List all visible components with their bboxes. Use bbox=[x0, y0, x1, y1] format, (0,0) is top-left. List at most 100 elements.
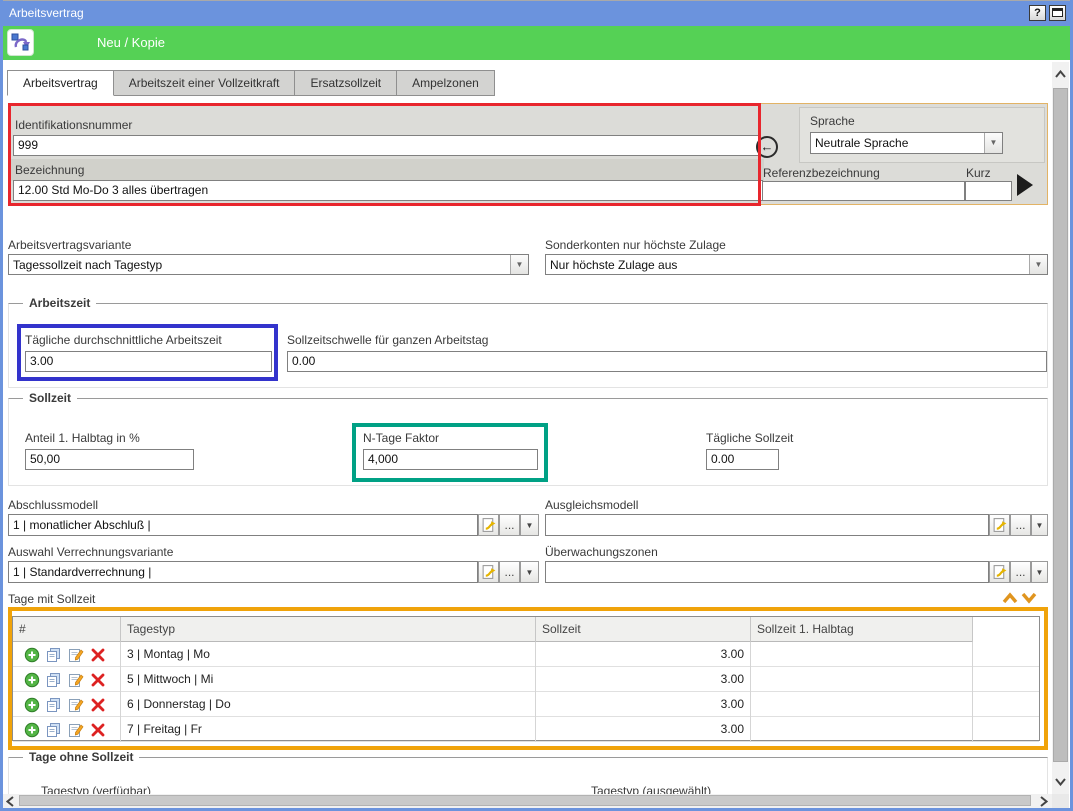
cell-sollzeit[interactable]: 3.00 bbox=[536, 667, 751, 692]
add-row-icon[interactable] bbox=[24, 722, 40, 738]
cell-halbtag[interactable] bbox=[751, 692, 973, 717]
arbeitsvertragsvariante-select[interactable]: Tagessollzeit nach Tagestyp ▼ bbox=[8, 254, 529, 275]
verrechnungsvariante-input[interactable]: 1 | Standardverrechnung | bbox=[8, 561, 478, 583]
chevron-down-icon[interactable]: ▼ bbox=[510, 255, 528, 274]
move-down-button[interactable] bbox=[1021, 592, 1037, 604]
cell-halbtag[interactable] bbox=[751, 642, 973, 667]
cell-sollzeit[interactable]: 3.00 bbox=[536, 717, 751, 742]
arbeitszeit-fieldset: Arbeitszeit Tägliche durchschnittliche A… bbox=[8, 303, 1048, 388]
cell-tagestyp[interactable]: 7 | Freitag | Fr bbox=[121, 717, 536, 742]
edit-row-icon[interactable] bbox=[68, 647, 84, 663]
move-up-button[interactable] bbox=[1002, 592, 1018, 604]
table-row: 7 | Freitag | Fr 3.00 bbox=[13, 717, 1039, 742]
chevron-down-icon[interactable]: ▼ bbox=[984, 133, 1002, 153]
copy-row-icon[interactable] bbox=[46, 672, 62, 688]
copy-record-icon[interactable] bbox=[7, 29, 34, 56]
copy-row-icon[interactable] bbox=[46, 647, 62, 663]
verrechnungsvariante-ellipsis-button[interactable]: ... bbox=[499, 561, 520, 583]
col-header-number: # bbox=[13, 617, 121, 642]
edit-row-icon[interactable] bbox=[68, 697, 84, 713]
copy-row-icon[interactable] bbox=[46, 697, 62, 713]
scroll-down-button[interactable] bbox=[1052, 770, 1069, 794]
ausgleichsmodell-edit-button[interactable] bbox=[989, 514, 1010, 536]
ausgleichsmodell-ellipsis-button[interactable]: ... bbox=[1010, 514, 1031, 536]
identifikationsnummer-label: Identifikationsnummer bbox=[15, 118, 132, 132]
chevron-down-icon bbox=[1055, 778, 1066, 786]
next-triangle-button[interactable] bbox=[1017, 174, 1033, 196]
delete-row-icon[interactable] bbox=[90, 647, 106, 663]
edit-row-icon[interactable] bbox=[68, 722, 84, 738]
ueberwachungszonen-edit-button[interactable] bbox=[989, 561, 1010, 583]
cell-tagestyp[interactable]: 5 | Mittwoch | Mi bbox=[121, 667, 536, 692]
ueberwachungszonen-input[interactable] bbox=[545, 561, 989, 583]
abschlussmodell-edit-button[interactable] bbox=[478, 514, 499, 536]
ausgleichsmodell-label: Ausgleichsmodell bbox=[545, 498, 638, 512]
threshold-input[interactable]: 0.00 bbox=[287, 351, 1047, 372]
abschlussmodell-dropdown-button[interactable]: ▼ bbox=[520, 514, 539, 536]
n-days-input[interactable]: 4,000 bbox=[363, 449, 538, 470]
table-row: 6 | Donnerstag | Do 3.00 bbox=[13, 692, 1039, 717]
cell-tagestyp[interactable]: 6 | Donnerstag | Do bbox=[121, 692, 536, 717]
cell-sollzeit[interactable]: 3.00 bbox=[536, 692, 751, 717]
identifikationsnummer-input[interactable]: 999 bbox=[13, 135, 761, 156]
threshold-label: Sollzeitschwelle für ganzen Arbeitstag bbox=[287, 333, 488, 347]
back-arrow-button[interactable]: ← bbox=[756, 136, 778, 158]
sonderkonten-select[interactable]: Nur höchste Zulage aus ▼ bbox=[545, 254, 1048, 275]
copy-row-icon[interactable] bbox=[46, 722, 62, 738]
titlebar: Arbeitsvertrag ? bbox=[0, 0, 1073, 26]
add-row-icon[interactable] bbox=[24, 672, 40, 688]
chevron-down-icon[interactable]: ▼ bbox=[1029, 255, 1047, 274]
page-edit-icon bbox=[481, 564, 497, 580]
delete-row-icon[interactable] bbox=[90, 672, 106, 688]
daily-avg-input[interactable]: 3.00 bbox=[25, 351, 272, 372]
tab-ampelzonen[interactable]: Ampelzonen bbox=[396, 70, 495, 96]
sprache-select[interactable]: Neutrale Sprache ▼ bbox=[810, 132, 1003, 154]
edit-row-icon[interactable] bbox=[68, 672, 84, 688]
ausgleichsmodell-dropdown-button[interactable]: ▼ bbox=[1031, 514, 1048, 536]
scroll-right-button[interactable] bbox=[1037, 794, 1051, 808]
daily-sollzeit-input[interactable]: 0.00 bbox=[706, 449, 779, 470]
add-row-icon[interactable] bbox=[24, 697, 40, 713]
half-day-input[interactable]: 50,00 bbox=[25, 449, 194, 470]
tab-arbeitszeit-vollzeitkraft[interactable]: Arbeitszeit einer Vollzeitkraft bbox=[113, 70, 296, 96]
vertical-scrollbar[interactable] bbox=[1052, 62, 1069, 794]
window-button[interactable] bbox=[1049, 5, 1066, 21]
verrechnungsvariante-dropdown-button[interactable]: ▼ bbox=[520, 561, 539, 583]
scroll-left-button[interactable] bbox=[3, 794, 17, 808]
ellipsis-icon: ... bbox=[504, 518, 514, 532]
horizontal-scrollbar[interactable] bbox=[3, 794, 1052, 808]
kurz-input[interactable] bbox=[965, 181, 1012, 201]
tab-arbeitsvertrag[interactable]: Arbeitsvertrag bbox=[7, 70, 114, 96]
sollzeit-fieldset: Sollzeit Anteil 1. Halbtag in % 50,00 N-… bbox=[8, 398, 1048, 486]
scroll-up-button[interactable] bbox=[1052, 62, 1069, 86]
abschlussmodell-ellipsis-button[interactable]: ... bbox=[499, 514, 520, 536]
vertical-scroll-thumb[interactable] bbox=[1053, 88, 1068, 762]
bezeichnung-input[interactable]: 12.00 Std Mo-Do 3 alles übertragen bbox=[13, 180, 763, 201]
delete-row-icon[interactable] bbox=[90, 722, 106, 738]
n-days-label: N-Tage Faktor bbox=[363, 431, 439, 445]
scrollbar-corner bbox=[1052, 794, 1069, 808]
cell-sollzeit[interactable]: 3.00 bbox=[536, 642, 751, 667]
cell-tagestyp[interactable]: 3 | Montag | Mo bbox=[121, 642, 536, 667]
horizontal-scroll-thumb[interactable] bbox=[19, 795, 1031, 806]
referenzbezeichnung-input[interactable] bbox=[762, 181, 965, 201]
ueberwachungszonen-ellipsis-button[interactable]: ... bbox=[1010, 561, 1031, 583]
ellipsis-icon: ... bbox=[1015, 565, 1025, 579]
tab-ersatzsollzeit[interactable]: Ersatzsollzeit bbox=[294, 70, 397, 96]
ausgleichsmodell-input[interactable] bbox=[545, 514, 989, 536]
help-button[interactable]: ? bbox=[1029, 5, 1046, 21]
page-edit-icon bbox=[992, 517, 1008, 533]
chevron-down-icon bbox=[1021, 592, 1037, 604]
arbeitsvertrag-window: Arbeitsvertrag ? Neu / Kopie Arbeitsvert… bbox=[0, 0, 1073, 811]
kurz-label: Kurz bbox=[966, 166, 991, 180]
abschlussmodell-input[interactable]: 1 | monatlicher Abschluß | bbox=[8, 514, 478, 536]
delete-row-icon[interactable] bbox=[90, 697, 106, 713]
bezeichnung-band bbox=[10, 159, 764, 181]
ueberwachungszonen-dropdown-button[interactable]: ▼ bbox=[1031, 561, 1048, 583]
cell-halbtag[interactable] bbox=[751, 717, 973, 742]
cell-halbtag[interactable] bbox=[751, 667, 973, 692]
verrechnungsvariante-edit-button[interactable] bbox=[478, 561, 499, 583]
col-header-sollzeit: Sollzeit bbox=[536, 617, 751, 642]
add-row-icon[interactable] bbox=[24, 647, 40, 663]
tage-ohne-sollzeit-legend: Tage ohne Sollzeit bbox=[23, 750, 139, 764]
